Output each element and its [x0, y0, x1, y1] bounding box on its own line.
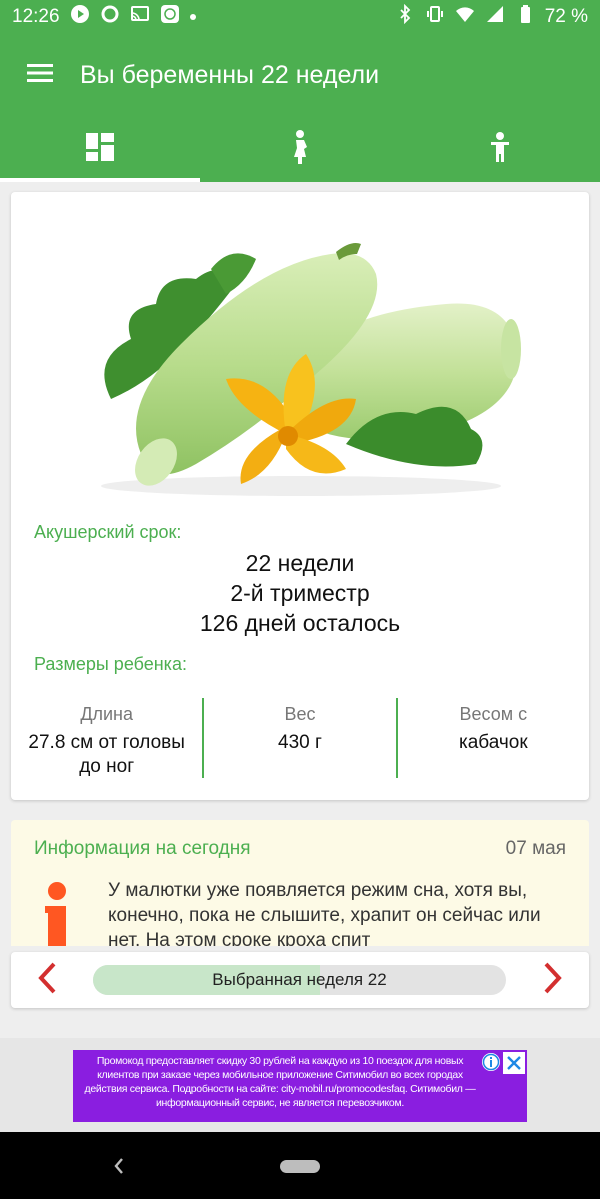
ad-banner[interactable]: Промокод предоставляет скидку 30 рублей …: [73, 1050, 527, 1122]
hamburger-menu-icon: [27, 63, 53, 88]
wifi-icon: [455, 4, 475, 30]
week-summary-card: Акушерский срок: 22 недели 2-й триместр …: [11, 192, 589, 800]
baby-sizes: Длина 27.8 см от головы до ног Вес 430 г…: [11, 698, 589, 778]
size-length: Длина 27.8 см от головы до ног: [11, 698, 202, 778]
battery-percent: 72 %: [544, 6, 588, 27]
more-notifications-dot: [189, 14, 196, 20]
bluetooth-icon: [395, 4, 415, 30]
size-comparison: Весом с кабачок: [395, 698, 589, 778]
status-time: 12:26: [12, 6, 60, 27]
signal-icon: [485, 4, 505, 30]
size-weight-label: Вес: [284, 704, 316, 724]
ad-text: Промокод предоставляет скидку 30 рублей …: [84, 1055, 476, 1109]
tab-mother[interactable]: [200, 116, 400, 182]
tab-overview[interactable]: [0, 116, 200, 182]
child-icon: [487, 131, 513, 167]
app-bar: Вы беременны 22 недели: [0, 34, 600, 116]
play-icon: [70, 4, 90, 30]
week-progress-bar[interactable]: Выбранная неделя 22: [93, 965, 506, 995]
info-i-icon: [45, 882, 69, 946]
selected-week-label: Выбранная неделя 22: [212, 970, 387, 989]
cast-icon: [130, 4, 150, 30]
previous-week-button[interactable]: [27, 960, 67, 1000]
size-weight: Вес 430 г: [202, 698, 395, 778]
size-comparison-value: кабачок: [458, 732, 528, 753]
nav-back-icon[interactable]: [112, 1155, 126, 1182]
chevron-right-icon: [543, 962, 563, 999]
term-days-left: 126 дней осталось: [199, 610, 401, 636]
dashboard-grid-icon: [86, 132, 114, 166]
nav-home-pill[interactable]: [280, 1160, 320, 1173]
next-week-button[interactable]: [533, 960, 573, 1000]
term-trimester: 2-й триместр: [230, 580, 370, 606]
app-notification-icon: [160, 4, 180, 30]
menu-button[interactable]: [0, 34, 80, 116]
week-selector: Выбранная неделя 22: [11, 952, 589, 1008]
info-date: 07 мая: [505, 838, 566, 859]
battery-icon: [515, 4, 535, 30]
tab-bar: [0, 116, 600, 182]
info-title: Информация на сегодня: [34, 838, 251, 859]
zucchini-illustration: [71, 224, 531, 504]
size-length-value: 27.8 см от головы до ног: [28, 732, 185, 777]
chevron-left-icon: [37, 962, 57, 999]
size-comparison-label: Весом с: [459, 704, 528, 724]
sync-icon: [100, 4, 120, 30]
ad-close-icon[interactable]: [503, 1052, 525, 1074]
ad-info-icon[interactable]: [481, 1052, 501, 1072]
app-title: Вы беременны 22 недели: [80, 60, 380, 89]
term-lines: 22 недели 2-й триместр 126 дней осталось: [11, 548, 589, 638]
size-length-label: Длина: [80, 704, 134, 724]
status-bar: 12:26 72 %: [0, 0, 600, 34]
tab-baby[interactable]: [400, 116, 600, 182]
system-nav-bar: [0, 1132, 600, 1199]
daily-info-card[interactable]: Информация на сегодня 07 мая У малютки у…: [11, 820, 589, 946]
ad-area: Промокод предоставляет скидку 30 рублей …: [0, 1038, 600, 1132]
vibrate-icon: [425, 4, 445, 30]
sizes-label: Размеры ребенка:: [34, 654, 187, 674]
pregnant-woman-icon: [287, 129, 313, 169]
term-weeks: 22 недели: [245, 550, 355, 576]
term-label: Акушерский срок:: [34, 522, 182, 542]
info-text: У малютки уже появляется режим сна, хотя…: [108, 880, 541, 946]
size-weight-value: 430 г: [278, 732, 322, 753]
